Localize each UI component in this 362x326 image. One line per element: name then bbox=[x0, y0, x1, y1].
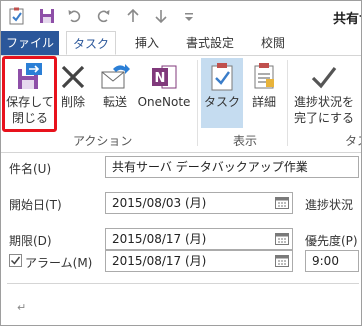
ribbon: 保存して 閉じる 削除 転送 N OneNote アクション タスク 詳細 表示… bbox=[1, 55, 361, 153]
task-form: 件名(U) 共有サーバ データバックアップ作業 開始日(T) 2015/08/0… bbox=[1, 153, 361, 325]
mark-complete-label-2: 完了にする bbox=[293, 111, 355, 125]
delete-label: 削除 bbox=[60, 95, 85, 109]
details-label: 詳細 bbox=[251, 95, 276, 109]
save-and-close-button[interactable]: 保存して 閉じる bbox=[5, 60, 55, 128]
delete-button[interactable]: 削除 bbox=[57, 60, 89, 128]
calendar-icon[interactable] bbox=[271, 192, 293, 214]
save-icon[interactable] bbox=[37, 6, 57, 26]
forward-label: 転送 bbox=[102, 95, 127, 109]
assign-task-icon bbox=[350, 60, 361, 94]
group-show-label: 表示 bbox=[233, 134, 258, 148]
due-date-label: 期限(D) bbox=[9, 234, 52, 248]
customize-icon[interactable] bbox=[179, 6, 199, 26]
tab-task[interactable]: タスク bbox=[66, 31, 116, 55]
window-title: 共有サ bbox=[333, 12, 361, 27]
save-close-label-1: 保存して bbox=[6, 95, 54, 109]
group-actions-label: アクション bbox=[73, 134, 133, 148]
task-view-icon bbox=[205, 60, 239, 94]
reminder-checkbox[interactable] bbox=[9, 254, 22, 267]
up-arrow-icon[interactable] bbox=[123, 6, 143, 26]
subject-field[interactable]: 共有サーバ データバックアップ作業 bbox=[105, 156, 359, 178]
start-date-field[interactable]: 2015/08/03 (月) bbox=[105, 192, 293, 214]
group-separator bbox=[287, 60, 288, 146]
task-view-button[interactable]: タスク bbox=[201, 58, 243, 128]
group-separator bbox=[197, 60, 198, 146]
svg-text:N: N bbox=[155, 71, 166, 86]
due-date-field[interactable]: 2015/08/17 (月) bbox=[105, 228, 293, 250]
priority-label: 優先度(P) bbox=[305, 234, 358, 248]
details-button[interactable]: 詳細 bbox=[247, 60, 281, 128]
task-window: 共有サ ファイル タスク 挿入 書式設定 校閲 保存して 閉じる bbox=[0, 0, 362, 326]
status-label: 進捗状況 bbox=[305, 198, 354, 212]
tab-insert[interactable]: 挿入 bbox=[127, 31, 167, 55]
tab-file[interactable]: ファイル bbox=[1, 31, 59, 55]
down-arrow-icon[interactable] bbox=[151, 6, 171, 26]
title-bar: 共有サ bbox=[1, 1, 361, 31]
forward-button[interactable]: 転送 bbox=[97, 60, 133, 128]
redo-icon[interactable] bbox=[93, 6, 113, 26]
paragraph-mark: ↵ bbox=[17, 301, 27, 314]
reminder-label: アラーム(M) bbox=[25, 256, 93, 270]
onenote-label: OneNote bbox=[137, 95, 191, 109]
forward-icon bbox=[98, 60, 132, 94]
undo-icon[interactable] bbox=[65, 6, 85, 26]
save-close-label-2: 閉じる bbox=[11, 111, 48, 125]
calendar-icon[interactable] bbox=[271, 250, 293, 272]
tab-format[interactable]: 書式設定 bbox=[175, 31, 245, 55]
calendar-icon[interactable] bbox=[271, 228, 293, 250]
task-view-label: タスク bbox=[203, 95, 240, 109]
task-body-editor[interactable] bbox=[7, 283, 359, 325]
tab-review[interactable]: 校閲 bbox=[253, 31, 293, 55]
save-close-icon bbox=[13, 60, 47, 94]
onenote-icon: N bbox=[147, 60, 181, 94]
details-icon bbox=[247, 60, 281, 94]
mark-complete-button[interactable]: 進捗状況を 完了にする bbox=[293, 60, 355, 128]
delete-icon bbox=[56, 60, 90, 94]
subject-label: 件名(U) bbox=[9, 162, 52, 176]
mark-complete-label-1: 進捗状況を bbox=[293, 95, 354, 109]
task-icon bbox=[7, 6, 27, 26]
reminder-time-field[interactable]: 9:00 bbox=[305, 250, 359, 272]
checkmark-icon bbox=[307, 60, 341, 94]
onenote-button[interactable]: N OneNote bbox=[137, 60, 191, 128]
assign-task-button[interactable]: タ bbox=[357, 60, 362, 128]
reminder-date-field[interactable]: 2015/08/17 (月) bbox=[105, 250, 293, 272]
group-manage-label: タス bbox=[345, 134, 361, 148]
ribbon-tabs: ファイル タスク 挿入 書式設定 校閲 bbox=[1, 31, 361, 55]
start-date-label: 開始日(T) bbox=[9, 198, 62, 212]
